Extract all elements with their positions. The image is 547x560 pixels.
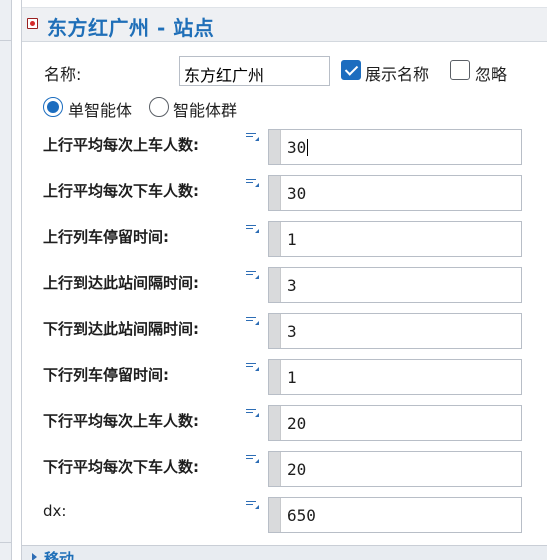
static-value-icon[interactable] bbox=[246, 177, 262, 191]
static-value-icon[interactable] bbox=[246, 131, 262, 145]
single-agent-label[interactable]: 单智能体 bbox=[68, 97, 132, 121]
param-input[interactable]: 30 bbox=[268, 129, 522, 165]
param-row: 上行平均每次下车人数: 30 bbox=[22, 175, 547, 211]
param-input[interactable]: 30 bbox=[268, 175, 522, 211]
param-label: 下行到达此站间隔时间: bbox=[43, 320, 199, 338]
expand-arrow-icon[interactable] bbox=[32, 553, 37, 560]
static-value-icon[interactable] bbox=[246, 361, 262, 375]
input-gutter bbox=[269, 360, 281, 394]
properties-panel: 东方红广州 - 站点 名称: 展示名称 忽略 单智能体 智能体群 上行平均每次上… bbox=[21, 0, 547, 560]
param-row: 上行到达此站间隔时间: 3 bbox=[22, 267, 547, 303]
static-value-icon[interactable] bbox=[246, 453, 262, 467]
gutter-divider bbox=[0, 542, 12, 543]
param-value[interactable]: 3 bbox=[287, 276, 297, 295]
input-gutter bbox=[269, 406, 281, 440]
input-gutter bbox=[269, 222, 281, 256]
param-label: 上行到达此站间隔时间: bbox=[43, 274, 199, 292]
param-label: 上行平均每次上车人数: bbox=[43, 136, 199, 154]
agent-population-label[interactable]: 智能体群 bbox=[173, 97, 237, 121]
param-input[interactable]: 650 bbox=[268, 497, 522, 533]
panel-title: 东方红广州 - 站点 bbox=[47, 16, 215, 40]
param-value[interactable]: 1 bbox=[287, 230, 297, 249]
param-input[interactable]: 1 bbox=[268, 359, 522, 395]
name-label: 名称: bbox=[44, 65, 82, 84]
static-value-icon[interactable] bbox=[246, 407, 262, 421]
static-value-icon[interactable] bbox=[246, 499, 262, 513]
input-gutter bbox=[269, 268, 281, 302]
param-row: 下行平均每次下车人数: 20 bbox=[22, 451, 547, 487]
param-label: 上行列车停留时间: bbox=[43, 228, 169, 246]
show-name-checkbox[interactable] bbox=[341, 60, 361, 80]
movement-section-header[interactable]: 移动 bbox=[22, 545, 547, 560]
input-gutter bbox=[269, 498, 281, 532]
input-gutter bbox=[269, 176, 281, 210]
static-value-icon[interactable] bbox=[246, 269, 262, 283]
text-caret bbox=[307, 139, 309, 156]
panel-header: 东方红广州 - 站点 bbox=[22, 7, 547, 42]
agent-type-row: 单智能体 智能体群 bbox=[22, 94, 547, 122]
single-agent-radio[interactable] bbox=[43, 97, 63, 117]
param-input[interactable]: 20 bbox=[268, 405, 522, 441]
param-label: dx: bbox=[43, 502, 67, 520]
movement-section-label[interactable]: 移动 bbox=[44, 548, 74, 560]
param-row: 上行平均每次上车人数: 30 bbox=[22, 129, 547, 165]
param-row: 下行到达此站间隔时间: 3 bbox=[22, 313, 547, 349]
static-value-icon[interactable] bbox=[246, 223, 262, 237]
ignore-checkbox[interactable] bbox=[450, 60, 470, 80]
param-label: 下行平均每次下车人数: bbox=[43, 458, 199, 476]
param-value[interactable]: 1 bbox=[287, 368, 297, 387]
param-row: 下行列车停留时间: 1 bbox=[22, 359, 547, 395]
param-label: 下行列车停留时间: bbox=[43, 366, 169, 384]
input-gutter bbox=[269, 452, 281, 486]
param-row: dx: 650 bbox=[22, 497, 547, 533]
param-value[interactable]: 3 bbox=[287, 322, 297, 341]
input-gutter bbox=[269, 130, 281, 164]
show-name-label[interactable]: 展示名称 bbox=[365, 61, 429, 85]
left-gutter bbox=[0, 0, 12, 560]
param-value[interactable]: 30 bbox=[287, 184, 306, 203]
param-input[interactable]: 3 bbox=[268, 313, 522, 349]
node-icon bbox=[27, 18, 38, 29]
param-row: 下行平均每次上车人数: 20 bbox=[22, 405, 547, 441]
param-input[interactable]: 20 bbox=[268, 451, 522, 487]
gutter-divider bbox=[0, 40, 12, 41]
input-gutter bbox=[269, 314, 281, 348]
param-row: 上行列车停留时间: 1 bbox=[22, 221, 547, 257]
param-value[interactable]: 650 bbox=[287, 506, 316, 525]
name-row: 名称: 展示名称 忽略 bbox=[22, 54, 547, 86]
ignore-label[interactable]: 忽略 bbox=[475, 61, 507, 85]
static-value-icon[interactable] bbox=[246, 315, 262, 329]
param-input[interactable]: 1 bbox=[268, 221, 522, 257]
param-value[interactable]: 20 bbox=[287, 414, 306, 433]
param-input[interactable]: 3 bbox=[268, 267, 522, 303]
agent-population-radio[interactable] bbox=[149, 97, 169, 117]
param-value[interactable]: 30 bbox=[287, 138, 309, 157]
name-input[interactable] bbox=[179, 56, 330, 86]
param-value[interactable]: 20 bbox=[287, 460, 306, 479]
param-label: 下行平均每次上车人数: bbox=[43, 412, 199, 430]
param-label: 上行平均每次下车人数: bbox=[43, 182, 199, 200]
